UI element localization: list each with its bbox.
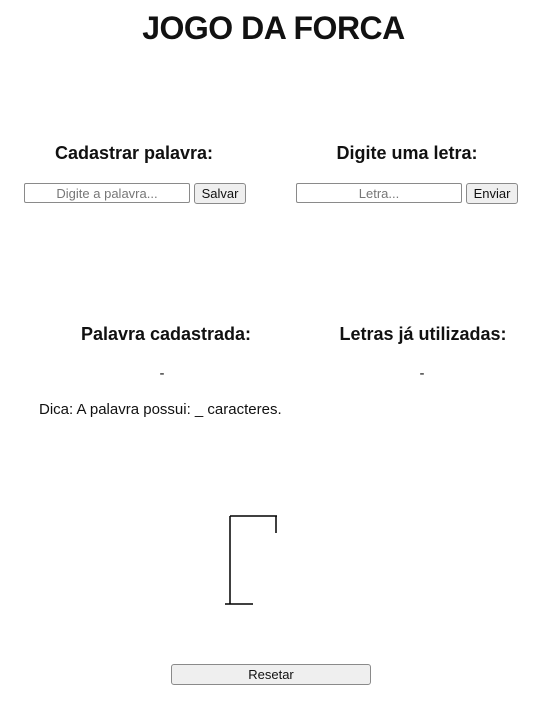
word-input[interactable] <box>24 183 190 203</box>
send-button[interactable]: Enviar <box>466 183 518 204</box>
word-hint: Dica: A palavra possui: _ caracteres. <box>39 401 282 418</box>
used-letters-value: - <box>419 365 425 382</box>
registered-word-heading: Palavra cadastrada: <box>80 324 252 344</box>
reset-button[interactable]: Resetar <box>171 664 371 685</box>
registered-word-value: - <box>159 365 165 382</box>
used-letters-heading: Letras já utilizadas: <box>339 324 507 344</box>
save-button[interactable]: Salvar <box>194 183 246 204</box>
register-word-heading: Cadastrar palavra: <box>54 143 214 163</box>
page-title: JOGO DA FORCA <box>142 10 405 46</box>
gallows-drawing <box>225 515 277 605</box>
guess-letter-heading: Digite uma letra: <box>336 143 478 163</box>
letter-input[interactable] <box>296 183 462 203</box>
